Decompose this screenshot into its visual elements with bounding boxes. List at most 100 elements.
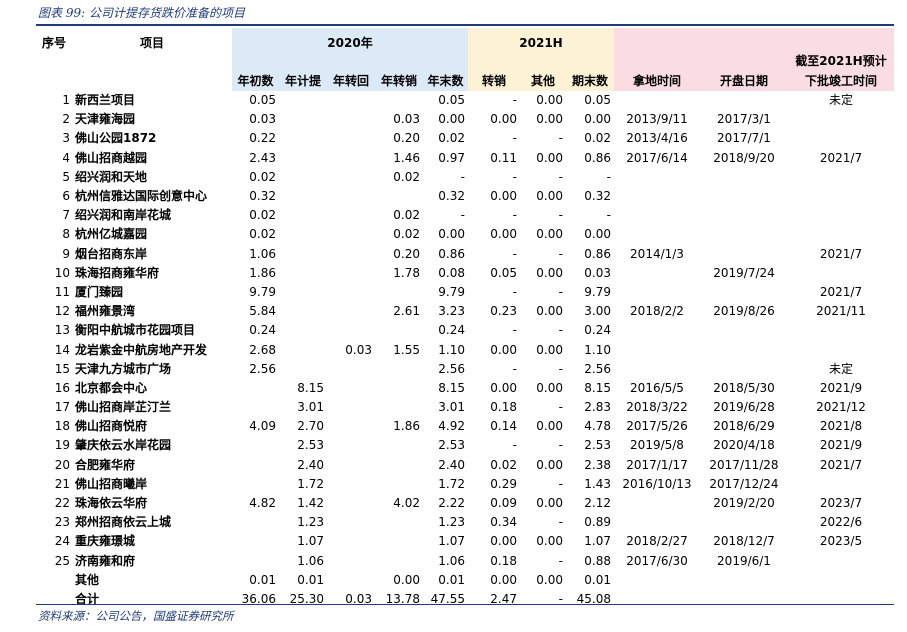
cell-opening: 2.68 bbox=[249, 342, 276, 357]
cell-reversal bbox=[327, 552, 375, 571]
cell-provision: 1.72 bbox=[297, 476, 324, 491]
row-seq: 16 bbox=[54, 380, 70, 395]
cell-opening: 0.22 bbox=[249, 131, 276, 146]
cell-2021-other: - bbox=[558, 131, 563, 146]
header-col-writeoff: 年转销 bbox=[375, 71, 423, 91]
cell-completion bbox=[788, 110, 894, 129]
cell-opening: 0.02 bbox=[249, 208, 276, 223]
cell-2021-writeoff: 0.29 bbox=[490, 476, 517, 491]
cell-2021-other: 0.00 bbox=[536, 150, 563, 165]
table-row: 14 龙岩紫金中航房地产开发 2.68 0.03 1.55 1.10 0.00 0.00 1.1… bbox=[36, 340, 894, 359]
cell-2021-writeoff: - bbox=[512, 284, 517, 299]
row-project: 衡阳中航城市花园项目 bbox=[75, 323, 196, 338]
row-project: 福州雍景湾 bbox=[75, 304, 136, 319]
row-project: 烟台招商东岸 bbox=[75, 246, 148, 261]
row-seq: 1 bbox=[62, 93, 70, 108]
cell-land-date: 2018/2/27 bbox=[626, 534, 688, 549]
cell-reversal bbox=[327, 513, 375, 532]
cell-writeoff bbox=[375, 379, 423, 398]
cell-reversal: 0.03 bbox=[345, 342, 372, 357]
header-seq: 序号 bbox=[41, 36, 66, 50]
cell-2021-other: - bbox=[558, 438, 563, 453]
cell-completion bbox=[788, 475, 894, 494]
cell-writeoff: 1.78 bbox=[393, 265, 420, 280]
cell-closing: 9.79 bbox=[438, 284, 465, 299]
cell-opening bbox=[232, 379, 279, 398]
cell-writeoff: 1.55 bbox=[393, 342, 420, 357]
cell-land-date bbox=[614, 513, 700, 532]
cell-2021-writeoff: 0.00 bbox=[490, 112, 517, 127]
row-seq: 11 bbox=[54, 284, 70, 299]
cell-writeoff bbox=[375, 91, 423, 110]
table-row: 其他 0.01 0.01 0.00 0.01 0.00 0.00 0.01 bbox=[36, 571, 894, 590]
cell-2021-writeoff: 0.23 bbox=[490, 304, 517, 319]
cell-open-date: 2019/7/24 bbox=[713, 265, 775, 280]
cell-closing: 8.15 bbox=[438, 380, 465, 395]
cell-2021-other: 0.00 bbox=[536, 496, 563, 511]
cell-open-date: 2019/6/28 bbox=[713, 400, 775, 415]
cell-2021-closing: 2.38 bbox=[584, 457, 611, 472]
cell-2021-writeoff: 0.11 bbox=[490, 150, 517, 165]
cell-2021-other: - bbox=[558, 515, 563, 530]
cell-writeoff: 0.20 bbox=[393, 246, 420, 261]
cell-2021-other: 0.00 bbox=[536, 265, 563, 280]
cell-land-date bbox=[614, 264, 700, 283]
row-project: 佛山招商越园 bbox=[75, 150, 148, 165]
cell-completion bbox=[788, 340, 894, 359]
cell-provision: 3.01 bbox=[297, 400, 324, 415]
cell-reversal bbox=[327, 245, 375, 264]
cell-provision: 8.15 bbox=[297, 380, 324, 395]
row-seq: 15 bbox=[54, 361, 70, 376]
cell-land-date bbox=[614, 225, 700, 244]
cell-land-date bbox=[614, 360, 700, 379]
row-seq: 18 bbox=[54, 419, 70, 434]
cell-2021-other: - bbox=[558, 400, 563, 415]
cell-writeoff bbox=[375, 283, 423, 302]
cell-writeoff bbox=[375, 532, 423, 551]
cell-2021-closing: 45.08 bbox=[576, 591, 611, 606]
header-blank-item bbox=[72, 71, 232, 91]
cell-provision: 1.06 bbox=[297, 553, 324, 568]
cell-2021-other: - bbox=[558, 246, 563, 261]
cell-provision bbox=[279, 302, 327, 321]
cell-writeoff bbox=[375, 398, 423, 417]
cell-completion bbox=[788, 187, 894, 206]
cell-2021-writeoff: 2.47 bbox=[490, 591, 517, 606]
cell-land-date bbox=[614, 283, 700, 302]
header-col-closing: 年末数 bbox=[423, 71, 468, 91]
cell-reversal bbox=[327, 206, 375, 225]
cell-provision bbox=[279, 91, 327, 110]
cell-2021-writeoff: - bbox=[512, 208, 517, 223]
cell-open-date: 2017/7/1 bbox=[717, 131, 771, 146]
cell-completion: 2021/9 bbox=[819, 438, 863, 453]
cell-2021-other: 0.00 bbox=[536, 227, 563, 242]
cell-land-date: 2017/1/17 bbox=[626, 457, 688, 472]
cell-completion: 未定 bbox=[828, 361, 853, 376]
cell-completion: 2021/7 bbox=[819, 246, 863, 261]
cell-provision: 2.40 bbox=[297, 457, 324, 472]
row-seq: 21 bbox=[54, 476, 70, 491]
cell-open-date bbox=[700, 590, 788, 609]
cell-closing: 2.56 bbox=[438, 361, 465, 376]
row-project: 佛山招商曦岸 bbox=[75, 476, 148, 491]
cell-closing: 2.22 bbox=[438, 496, 465, 511]
cell-2021-other: 0.00 bbox=[536, 342, 563, 357]
cell-writeoff: 0.00 bbox=[393, 572, 420, 587]
cell-completion: 2021/7 bbox=[819, 284, 863, 299]
row-project: 天津九方城市广场 bbox=[75, 361, 172, 376]
cell-2021-closing: 0.00 bbox=[584, 112, 611, 127]
cell-land-date bbox=[614, 187, 700, 206]
row-project: 新西兰项目 bbox=[75, 93, 136, 108]
cell-completion bbox=[788, 129, 894, 148]
cell-provision: 2.70 bbox=[297, 419, 324, 434]
cell-opening: 4.82 bbox=[249, 496, 276, 511]
row-seq bbox=[36, 590, 72, 609]
cell-completion bbox=[788, 571, 894, 590]
inventory-impairment-table: 序号 项目 2020年 2021H 截至2021H预计 年初数 年计提 年转回 … bbox=[36, 28, 894, 609]
table-row: 9 烟台招商东岸 1.06 0.20 0.86 - - 0.86 2014/1/3 2021/7 bbox=[36, 245, 894, 264]
cell-writeoff bbox=[375, 552, 423, 571]
cell-opening: 4.09 bbox=[249, 419, 276, 434]
cell-2021-writeoff: 0.14 bbox=[490, 419, 517, 434]
cell-provision bbox=[279, 245, 327, 264]
row-project: 重庆雍璟城 bbox=[75, 534, 136, 549]
